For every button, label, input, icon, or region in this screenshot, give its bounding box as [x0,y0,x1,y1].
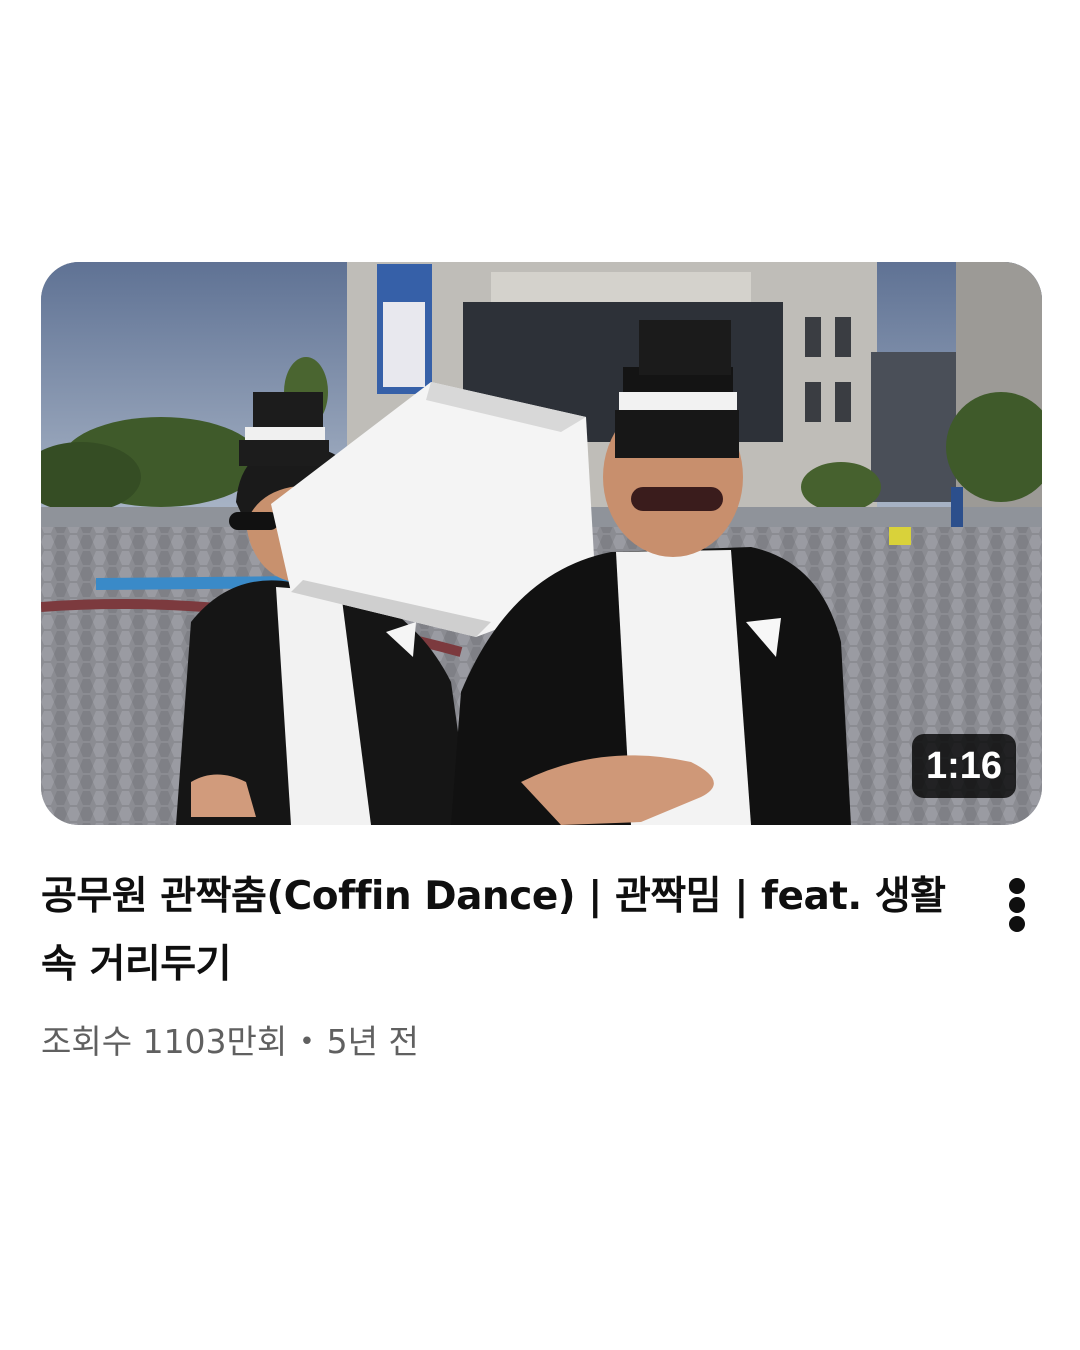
view-count: 조회수 1103만회 [41,1022,288,1061]
meta-separator: • [299,1027,315,1057]
video-card[interactable]: 1:16 공무원 관짝춤(Coffin Dance) | 관짝밈 | feat.… [0,0,1080,1350]
video-metadata: 조회수 1103만회 • 5년 전 [41,1017,419,1067]
menu-dot [1009,878,1025,894]
duration-badge: 1:16 [911,734,1016,798]
more-vertical-icon[interactable] [995,872,1039,936]
video-thumbnail[interactable]: 1:16 [41,262,1042,825]
thumbnail-image [41,262,1042,825]
menu-dot [1009,916,1025,932]
menu-dot [1009,897,1025,913]
video-title[interactable]: 공무원 관짝춤(Coffin Dance) | 관짝밈 | feat. 생활 속… [41,863,951,999]
upload-age: 5년 전 [326,1022,419,1061]
